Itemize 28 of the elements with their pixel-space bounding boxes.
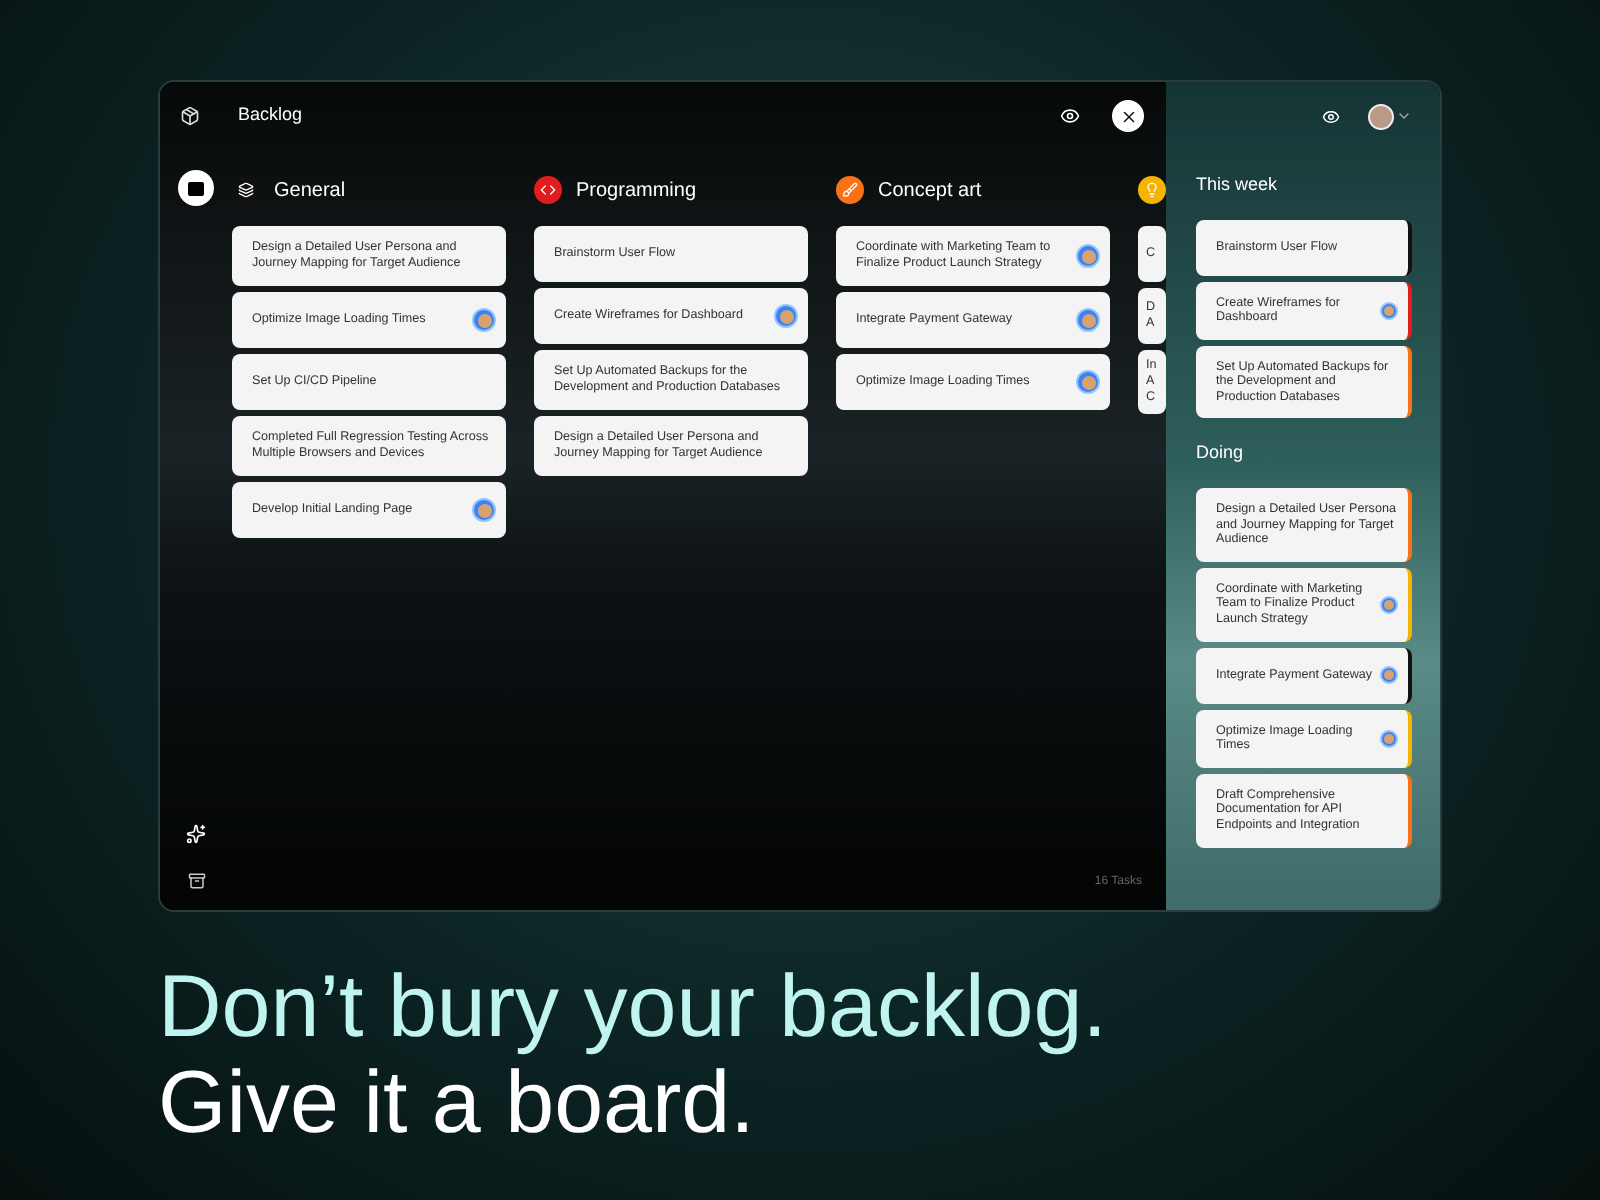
column-title: Concept art [878, 177, 982, 205]
eye-icon[interactable] [1322, 107, 1340, 125]
sparkles-icon[interactable] [186, 824, 206, 844]
user-avatar-icon[interactable] [1368, 103, 1394, 129]
avatar-icon [472, 498, 496, 522]
headline: Don’t bury your backlog. [158, 960, 1109, 1056]
avatar-icon [1380, 595, 1398, 614]
board-button[interactable] [178, 170, 214, 206]
avatar-icon [774, 304, 798, 328]
avatar-icon [1380, 301, 1398, 320]
avatar-icon [1380, 729, 1398, 748]
avatar-icon [1380, 666, 1398, 685]
close-button[interactable] [1112, 100, 1144, 132]
headline: Give it a board. [158, 1056, 757, 1152]
chevron-down-icon[interactable] [1396, 108, 1412, 124]
avatar-icon [1076, 370, 1100, 394]
eye-icon[interactable] [1060, 106, 1080, 126]
avatar-icon [1076, 308, 1100, 332]
column-title: Programming [576, 177, 697, 205]
archive-icon[interactable] [187, 872, 205, 890]
close-icon [1119, 107, 1137, 125]
group-title: Doing [1196, 440, 1246, 467]
column-title: General [274, 177, 346, 205]
avatar-icon [472, 308, 496, 332]
window-title: Backlog [238, 102, 303, 129]
group-title: This week [1196, 172, 1280, 198]
avatar-icon [1076, 244, 1100, 268]
logo-icon [180, 106, 200, 126]
